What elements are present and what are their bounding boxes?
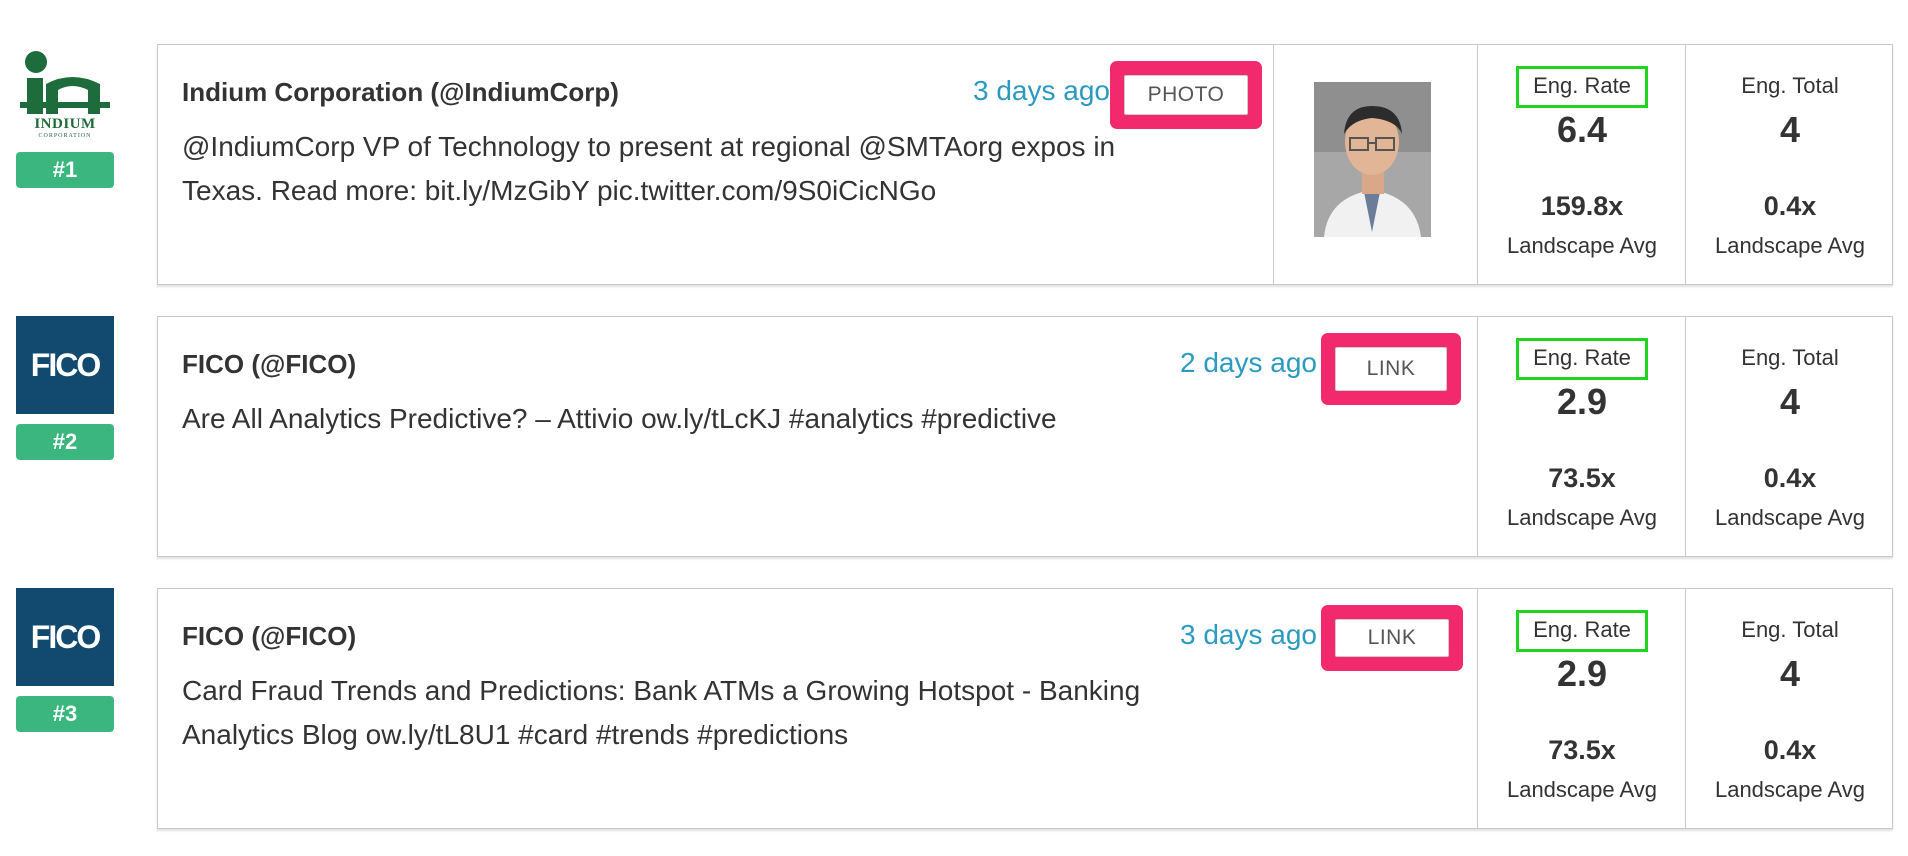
eng-total-label: Eng. Total: [1741, 73, 1839, 98]
logo-column: INDIUM CORPORATION #1: [16, 44, 114, 188]
eng-rate-multiplier: 159.8x: [1540, 191, 1624, 221]
post-content: FICO (@FICO) 3 days ago LINK Card Fraud …: [158, 589, 1476, 828]
eng-rate-cell: Eng. Rate 6.4 159.8x Landscape Avg: [1477, 45, 1686, 284]
post-photo[interactable]: [1314, 82, 1431, 237]
eng-rate-label: Eng. Rate: [1478, 338, 1686, 380]
eng-rate-sublabel: Landscape Avg: [1506, 777, 1658, 802]
eng-total-value: 4: [1779, 381, 1801, 422]
person-photo-icon: [1314, 82, 1431, 237]
eng-rate-cell: Eng. Rate 2.9 73.5x Landscape Avg: [1477, 317, 1686, 556]
eng-rate-multiplier: 73.5x: [1548, 463, 1616, 493]
post-content: FICO (@FICO) 2 days ago LINK Are All Ana…: [158, 317, 1476, 556]
post-row-3: FICO #3 FICO (@FICO) 3 days ago LINK Car…: [0, 588, 1908, 833]
post-time[interactable]: 2 days ago: [1180, 347, 1317, 379]
eng-total-value: 4: [1779, 109, 1801, 150]
post-text: Are All Analytics Predictive? – Attivio …: [182, 403, 1057, 434]
rank-badge: #3: [16, 696, 114, 732]
indium-logo[interactable]: INDIUM CORPORATION: [16, 44, 114, 142]
eng-total-cell: Eng. Total 4 0.4x Landscape Avg: [1685, 317, 1894, 556]
eng-rate-sublabel: Landscape Avg: [1506, 505, 1658, 530]
logo-column: FICO #3: [16, 588, 114, 732]
indium-logo-subtext: CORPORATION: [38, 133, 92, 139]
post-type-tag[interactable]: LINK: [1335, 347, 1447, 391]
eng-total-sublabel: Landscape Avg: [1714, 505, 1866, 530]
tag-highlight: LINK: [1321, 333, 1461, 405]
eng-total-multiplier: 0.4x: [1763, 735, 1817, 765]
eng-total-cell: Eng. Total 4 0.4x Landscape Avg: [1685, 45, 1894, 284]
eng-total-multiplier: 0.4x: [1763, 463, 1817, 493]
eng-total-label: Eng. Total: [1741, 617, 1839, 642]
post-author[interactable]: FICO (@FICO): [182, 349, 356, 380]
eng-rate-multiplier: 73.5x: [1548, 735, 1616, 765]
post-row-1: INDIUM CORPORATION #1 Indium Corporation…: [0, 44, 1908, 289]
post-text: @IndiumCorp VP of Technology to present …: [182, 131, 1116, 206]
rank-badge: #1: [16, 152, 114, 188]
eng-rate-label: Eng. Rate: [1478, 610, 1686, 652]
photo-cell: [1273, 45, 1478, 284]
rank-badge: #2: [16, 424, 114, 460]
tag-highlight: PHOTO: [1110, 61, 1262, 129]
post-content: Indium Corporation (@IndiumCorp) 3 days …: [158, 45, 1273, 284]
post-author[interactable]: Indium Corporation (@IndiumCorp): [182, 77, 619, 108]
eng-rate-value: 6.4: [1556, 109, 1608, 150]
post-text: Card Fraud Trends and Predictions: Bank …: [182, 675, 1141, 750]
eng-rate-label: Eng. Rate: [1478, 66, 1686, 108]
post-card[interactable]: FICO (@FICO) 2 days ago LINK Are All Ana…: [157, 316, 1893, 557]
post-row-2: FICO #2 FICO (@FICO) 2 days ago LINK Are…: [0, 316, 1908, 561]
post-type-tag[interactable]: PHOTO: [1124, 75, 1248, 115]
post-time[interactable]: 3 days ago: [1180, 619, 1317, 651]
post-time[interactable]: 3 days ago: [973, 75, 1110, 107]
eng-total-multiplier: 0.4x: [1763, 191, 1817, 221]
eng-total-cell: Eng. Total 4 0.4x Landscape Avg: [1685, 589, 1894, 828]
eng-rate-value: 2.9: [1556, 381, 1608, 422]
eng-rate-cell: Eng. Rate 2.9 73.5x Landscape Avg: [1477, 589, 1686, 828]
post-type-tag[interactable]: LINK: [1335, 619, 1449, 657]
tag-highlight: LINK: [1321, 605, 1463, 671]
eng-total-sublabel: Landscape Avg: [1714, 777, 1866, 802]
fico-logo[interactable]: FICO: [16, 588, 114, 686]
indium-logo-wordmark: INDIUM: [34, 116, 96, 132]
post-card[interactable]: FICO (@FICO) 3 days ago LINK Card Fraud …: [157, 588, 1893, 829]
eng-total-label: Eng. Total: [1741, 345, 1839, 370]
logo-column: FICO #2: [16, 316, 114, 460]
eng-rate-value: 2.9: [1556, 653, 1608, 694]
post-author[interactable]: FICO (@FICO): [182, 621, 356, 652]
fico-logo[interactable]: FICO: [16, 316, 114, 414]
eng-rate-sublabel: Landscape Avg: [1506, 233, 1658, 258]
eng-total-sublabel: Landscape Avg: [1714, 233, 1866, 258]
post-card[interactable]: Indium Corporation (@IndiumCorp) 3 days …: [157, 44, 1893, 285]
eng-total-value: 4: [1779, 653, 1801, 694]
